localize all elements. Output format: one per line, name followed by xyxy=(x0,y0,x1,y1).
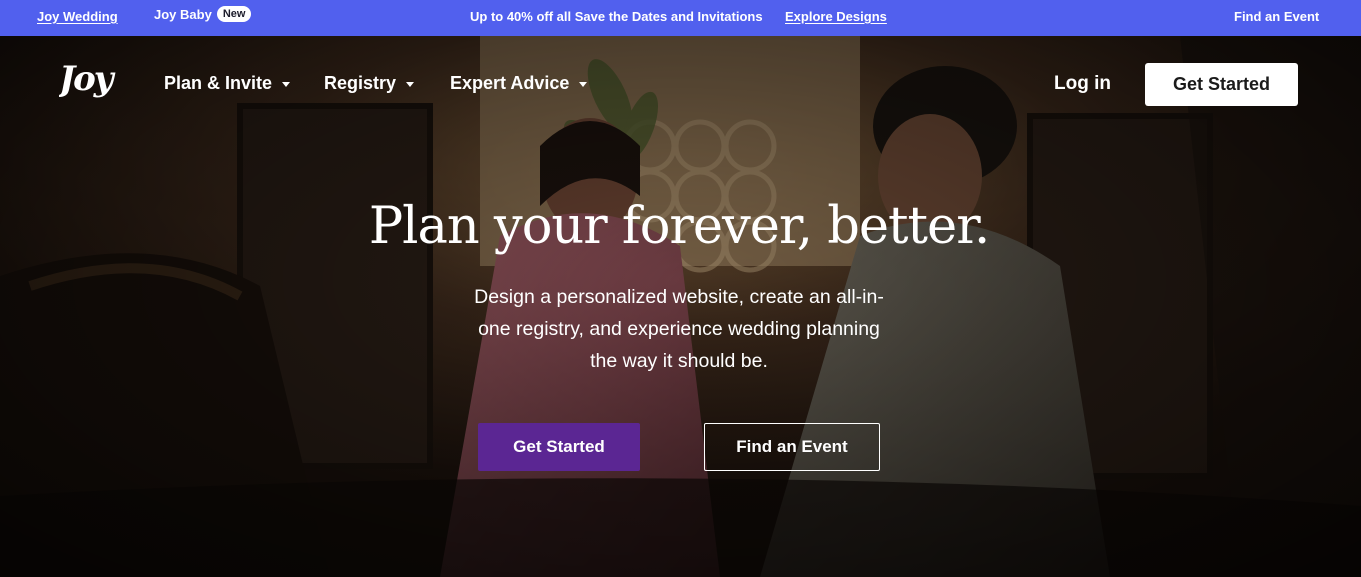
nav-expert-advice[interactable]: Expert Advice xyxy=(450,73,588,94)
promo-offer-text: Up to 40% off all Save the Dates and Inv… xyxy=(470,9,763,24)
nav-registry[interactable]: Registry xyxy=(324,73,415,94)
nav-expert-advice-label: Expert Advice xyxy=(450,73,570,93)
joy-baby-label: Joy Baby xyxy=(154,7,212,22)
hero-headline: Plan your forever, better. xyxy=(368,197,990,256)
get-started-hero-button[interactable]: Get Started xyxy=(478,423,640,471)
explore-designs-link[interactable]: Explore Designs xyxy=(785,9,887,24)
logo-text: Joy xyxy=(59,59,116,99)
new-badge: New xyxy=(216,6,252,22)
chevron-down-icon xyxy=(406,82,415,87)
nav-plan-invite-label: Plan & Invite xyxy=(164,73,273,93)
chevron-down-icon xyxy=(579,82,588,87)
joy-wedding-link[interactable]: Joy Wedding xyxy=(37,9,118,24)
chevron-down-icon xyxy=(282,82,291,87)
promo-bar: Joy Wedding Joy Baby New Up to 40% off al… xyxy=(0,0,1361,36)
joy-baby-link[interactable]: Joy Baby New xyxy=(154,6,252,24)
joy-logo[interactable]: Joy xyxy=(59,58,127,104)
get-started-nav-button[interactable]: Get Started xyxy=(1145,63,1298,106)
login-link[interactable]: Log in xyxy=(1054,73,1111,95)
find-event-hero-button[interactable]: Find an Event xyxy=(704,423,880,471)
nav-registry-label: Registry xyxy=(324,73,397,93)
nav-plan-invite[interactable]: Plan & Invite xyxy=(164,73,291,94)
hero-subtitle: Design a personalized website, create an… xyxy=(474,286,884,372)
find-event-link[interactable]: Find an Event xyxy=(1234,9,1319,24)
